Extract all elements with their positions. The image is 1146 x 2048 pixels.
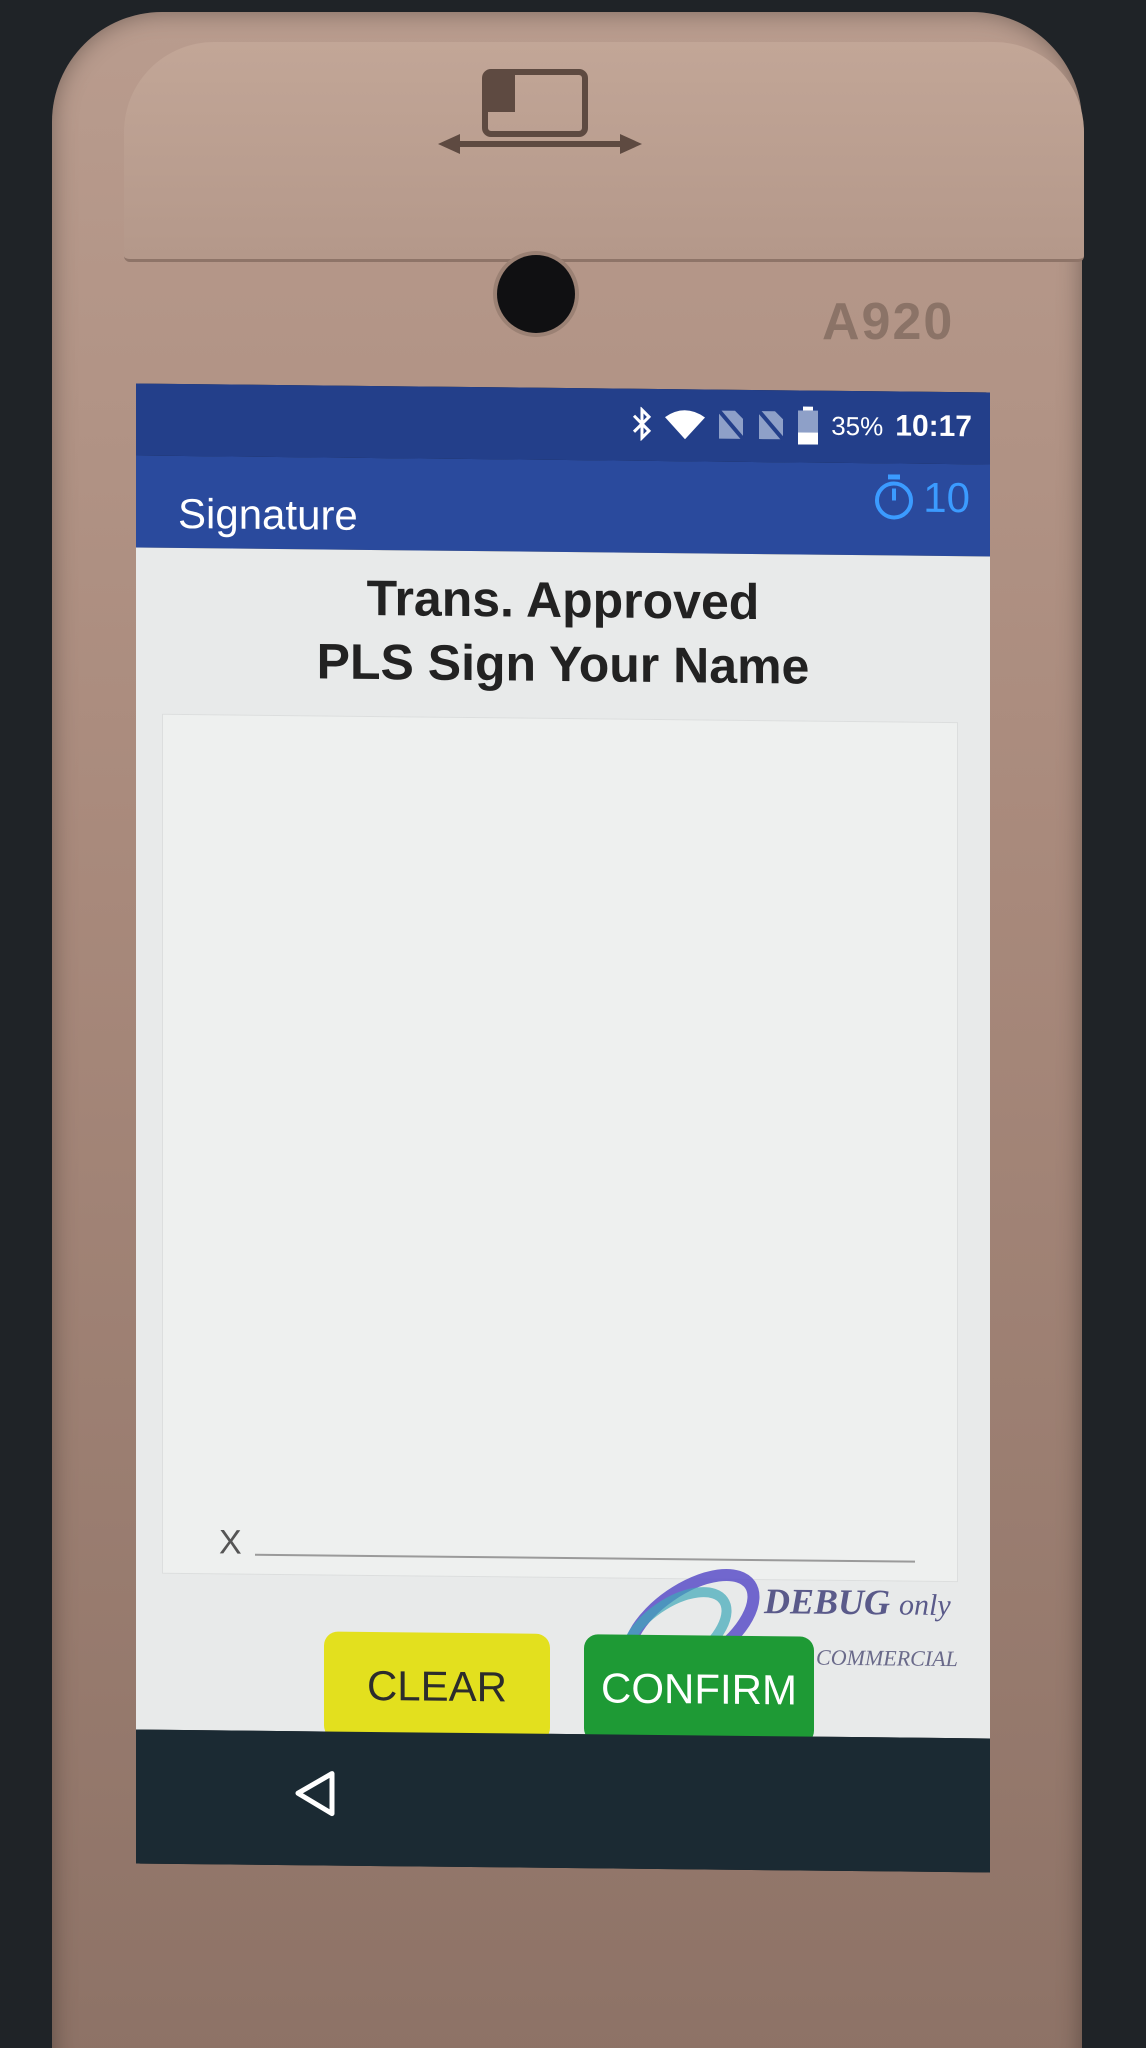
card-slot-icon <box>438 69 642 154</box>
terminal-screen: 35% 10:17 Signature 10 Trans. Approved P… <box>136 383 990 1873</box>
no-sim-icon <box>757 409 785 441</box>
signature-pad[interactable]: X <box>162 713 958 1583</box>
confirm-button[interactable]: CONFIRM <box>584 1634 814 1745</box>
wifi-icon <box>665 409 706 440</box>
watermark-debug-text: DEBUG only <box>764 1581 951 1623</box>
clock: 10:17 <box>895 409 972 444</box>
navigation-bar <box>136 1729 990 1873</box>
signature-x-marker: X <box>219 1523 242 1562</box>
bluetooth-icon <box>631 406 653 441</box>
countdown-timer: 10 <box>873 473 970 522</box>
battery-percent: 35% <box>831 410 884 441</box>
clear-button[interactable]: CLEAR <box>324 1631 550 1742</box>
back-triangle-icon[interactable] <box>286 1763 346 1824</box>
stopwatch-icon <box>873 474 915 520</box>
page-title: Signature <box>178 489 358 539</box>
instruction-heading: Trans. Approved PLS Sign Your Name <box>136 564 990 701</box>
watermark-commercial-text: r COMMERCIAL <box>802 1644 958 1672</box>
status-bar: 35% 10:17 <box>136 383 990 465</box>
status-icons: 35% 10:17 <box>631 401 972 451</box>
app-bar: Signature 10 <box>136 455 990 557</box>
timer-value: 10 <box>923 473 970 522</box>
battery-icon <box>797 406 819 445</box>
no-sim-icon <box>717 409 745 441</box>
heading-line-2: PLS Sign Your Name <box>316 633 810 695</box>
signature-content: Trans. Approved PLS Sign Your Name X DEB… <box>136 547 990 1745</box>
model-label: A920 <box>822 293 955 351</box>
camera-lens <box>497 255 575 333</box>
heading-line-1: Trans. Approved <box>366 569 760 631</box>
